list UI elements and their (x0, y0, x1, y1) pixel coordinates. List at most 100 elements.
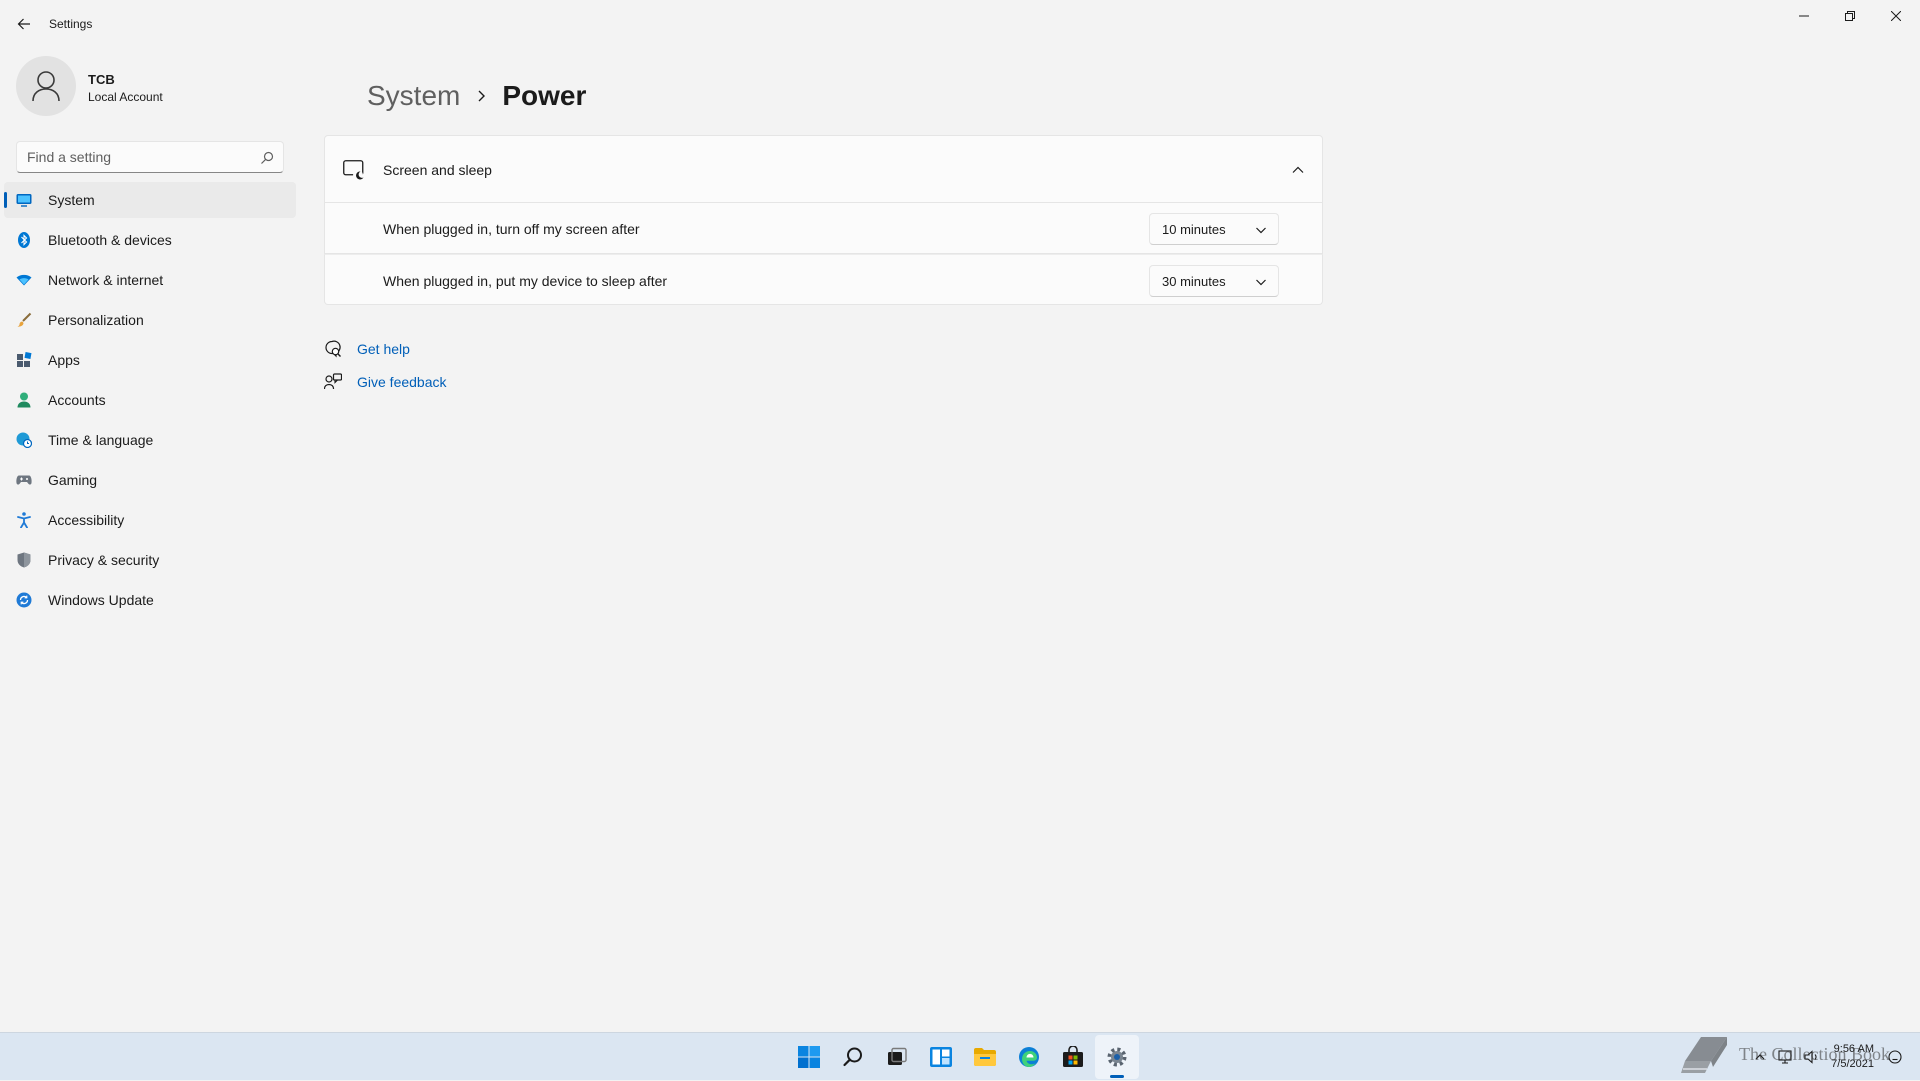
store-icon (1063, 1046, 1083, 1067)
screen-sleep-icon (343, 160, 364, 180)
sidebar-item-label: Time & language (48, 432, 154, 448)
search-icon[interactable] (259, 150, 275, 166)
sidebar-item-label: Network & internet (48, 272, 164, 288)
help-icon (324, 340, 342, 358)
screen-and-sleep-expander[interactable]: Screen and sleep (324, 135, 1323, 203)
back-arrow-icon (17, 18, 30, 30)
close-icon (1891, 11, 1901, 21)
breadcrumb-system-link[interactable]: System (367, 80, 460, 112)
chevron-up-icon[interactable] (1749, 1046, 1771, 1068)
chevron-down-icon (1256, 279, 1266, 286)
settings-taskbar-button[interactable] (1095, 1035, 1139, 1079)
sidebar-item-privacy-security[interactable]: Privacy & security (4, 542, 296, 578)
shield-icon (16, 552, 32, 568)
taskbar-apps (787, 1033, 1139, 1081)
minimize-icon (1799, 15, 1809, 17)
clock-date: 7/5/2021 (1831, 1058, 1874, 1070)
sidebar-item-label: Accessibility (48, 512, 125, 528)
close-button[interactable] (1873, 0, 1919, 32)
file-explorer-button[interactable] (963, 1035, 1007, 1079)
taskbar: 9:56 AM 7/5/2021 (0, 1032, 1920, 1080)
sidebar-item-personalization[interactable]: Personalization (4, 302, 296, 338)
settings-window: Settings TCB Local Account Find a settin… (0, 0, 1920, 1032)
sleep-timeout-label: When plugged in, put my device to sleep … (383, 273, 668, 289)
app-title: Settings (49, 17, 93, 31)
restore-button[interactable] (1827, 0, 1873, 32)
profile-account-type: Local Account (88, 90, 163, 104)
user-profile[interactable]: TCB Local Account (16, 56, 296, 116)
give-feedback-text[interactable]: Give feedback (357, 374, 447, 390)
task-view-button[interactable] (875, 1035, 919, 1079)
sidebar-item-label: System (48, 192, 95, 208)
chevron-right-icon (476, 89, 486, 103)
apps-icon (16, 352, 32, 368)
gamepad-icon (16, 472, 32, 488)
sleep-timeout-row: When plugged in, put my device to sleep … (324, 254, 1323, 305)
sidebar-item-accessibility[interactable]: Accessibility (4, 502, 296, 538)
edge-button[interactable] (1007, 1035, 1051, 1079)
file-explorer-icon (974, 1048, 996, 1066)
search-icon (843, 1047, 862, 1067)
edge-icon (1019, 1047, 1039, 1067)
wifi-icon (16, 272, 32, 288)
network-icon[interactable] (1775, 1046, 1797, 1068)
accessibility-icon (16, 512, 32, 528)
get-help-link[interactable]: Get help (324, 338, 410, 360)
screen-timeout-row: When plugged in, turn off my screen afte… (324, 203, 1323, 254)
dropdown-value: 30 minutes (1162, 274, 1226, 289)
get-help-text[interactable]: Get help (357, 341, 410, 357)
sidebar-item-system[interactable]: System (4, 182, 296, 218)
search-box[interactable] (16, 141, 284, 173)
screen-timeout-dropdown[interactable]: 10 minutes (1149, 213, 1279, 245)
store-button[interactable] (1051, 1035, 1095, 1079)
bluetooth-icon (16, 232, 32, 248)
sidebar-item-apps[interactable]: Apps (4, 342, 296, 378)
feedback-icon (324, 373, 342, 391)
sleep-timeout-dropdown[interactable]: 30 minutes (1149, 265, 1279, 297)
sidebar-item-network[interactable]: Network & internet (4, 262, 296, 298)
sidebar-item-label: Bluetooth & devices (48, 232, 172, 248)
notifications-icon[interactable] (1884, 1046, 1906, 1068)
title-bar: Settings (0, 0, 1920, 48)
widgets-icon (930, 1047, 952, 1067)
sidebar-item-bluetooth[interactable]: Bluetooth & devices (4, 222, 296, 258)
chevron-down-icon (1256, 227, 1266, 234)
brush-icon (16, 312, 32, 328)
volume-icon[interactable] (1801, 1046, 1823, 1068)
update-icon (16, 592, 32, 608)
widgets-button[interactable] (919, 1035, 963, 1079)
screen-timeout-label: When plugged in, turn off my screen afte… (383, 221, 640, 237)
dropdown-value: 10 minutes (1162, 222, 1226, 237)
sidebar-item-label: Apps (48, 352, 80, 368)
sidebar-item-gaming[interactable]: Gaming (4, 462, 296, 498)
sidebar-item-windows-update[interactable]: Windows Update (4, 582, 296, 618)
back-button[interactable] (12, 12, 36, 36)
sidebar-item-label: Personalization (48, 312, 144, 328)
sidebar-item-time-language[interactable]: Time & language (4, 422, 296, 458)
user-icon (32, 71, 60, 102)
expander-title: Screen and sleep (383, 162, 492, 178)
start-button[interactable] (787, 1035, 831, 1079)
profile-name: TCB (88, 72, 115, 87)
accounts-icon (16, 392, 32, 408)
restore-icon (1845, 11, 1855, 21)
taskbar-search-button[interactable] (831, 1035, 875, 1079)
task-view-icon (888, 1047, 907, 1065)
search-input[interactable] (27, 149, 247, 165)
chevron-up-icon[interactable] (1290, 162, 1306, 178)
sidebar-item-label: Accounts (48, 392, 106, 408)
globe-clock-icon (16, 432, 32, 448)
system-icon (16, 192, 32, 208)
page-title: Power (502, 80, 587, 111)
taskbar-clock[interactable]: 9:56 AM 7/5/2021 (1831, 1042, 1874, 1072)
sidebar-item-label: Privacy & security (48, 552, 160, 568)
avatar (16, 56, 76, 116)
settings-icon (1107, 1047, 1127, 1067)
start-icon (798, 1046, 820, 1068)
minimize-button[interactable] (1781, 0, 1827, 32)
give-feedback-link[interactable]: Give feedback (324, 371, 447, 393)
sidebar-nav: System Bluetooth & devices Network & int… (4, 182, 296, 622)
sidebar-item-accounts[interactable]: Accounts (4, 382, 296, 418)
breadcrumb: System Power (367, 76, 586, 116)
clock-time: 9:56 AM (1833, 1043, 1874, 1055)
